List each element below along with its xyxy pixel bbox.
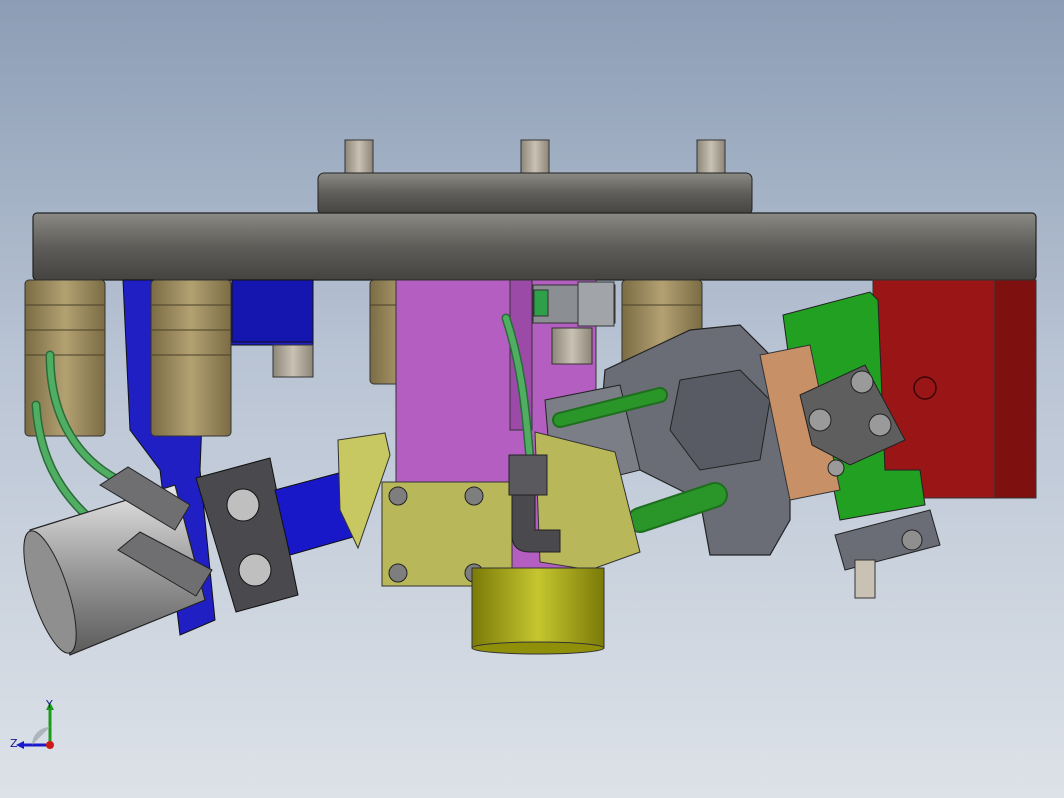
locating-pins[interactable]	[344, 139, 726, 177]
toggle-clamp[interactable]	[834, 509, 941, 599]
red-clamp-block[interactable]	[872, 279, 1037, 499]
coordinate-triad: Y Z	[10, 700, 54, 750]
assembly-model[interactable]	[0, 0, 1064, 798]
top-flange-disc[interactable]	[317, 172, 753, 216]
base-plate[interactable]	[32, 212, 1037, 281]
olive-cup[interactable]	[471, 567, 605, 655]
z-axis-label: Z	[10, 737, 18, 750]
y-axis-label: Y	[45, 700, 53, 711]
blue-fitting[interactable]	[272, 344, 314, 378]
cad-viewport[interactable]: Y Z	[0, 0, 1064, 798]
top-fitting[interactable]	[532, 281, 616, 327]
